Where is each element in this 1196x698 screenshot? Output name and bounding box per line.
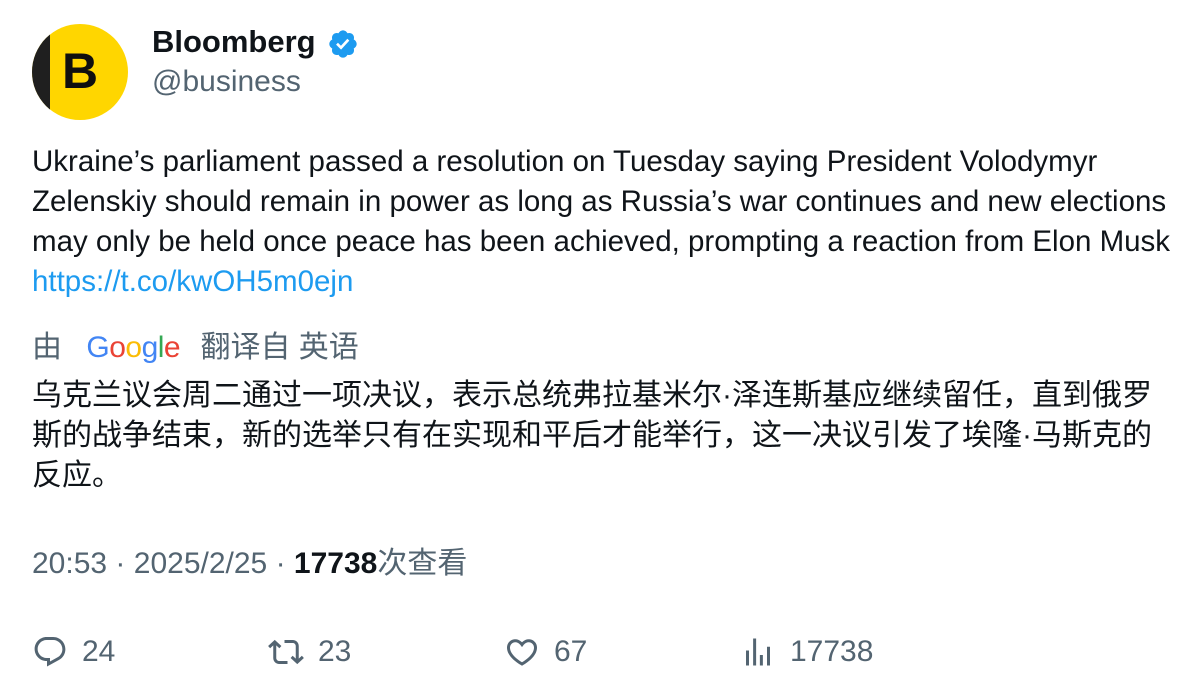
reply-count: 24 bbox=[82, 635, 116, 668]
google-letter: o bbox=[109, 331, 126, 364]
tweet-text: Ukraine’s parliament passed a resolution… bbox=[32, 142, 1172, 302]
views-button[interactable]: 17738 bbox=[740, 630, 873, 674]
retweet-count: 23 bbox=[318, 635, 352, 668]
like-count: 67 bbox=[554, 635, 588, 668]
tweet-date[interactable]: 2025/2/25 bbox=[134, 547, 267, 580]
meta-separator: · bbox=[275, 547, 286, 580]
avatar-shade bbox=[32, 24, 50, 120]
translated-text: 乌克兰议会周二通过一项决议，表示总统弗拉基米尔·泽连斯基应继续留任，直到俄罗斯的… bbox=[32, 379, 1152, 492]
tweet-text-body: Ukraine’s parliament passed a resolution… bbox=[32, 145, 1171, 258]
avatar-letter: B bbox=[62, 43, 99, 99]
avatar[interactable]: B bbox=[32, 24, 128, 120]
google-letter: G bbox=[86, 331, 110, 364]
google-logo: Google bbox=[86, 328, 180, 368]
reply-button[interactable]: 24 bbox=[32, 630, 115, 674]
verified-badge-icon bbox=[329, 30, 357, 58]
tweet-time[interactable]: 20:53 bbox=[32, 547, 107, 580]
translated-from-label: 翻译自 英语 bbox=[200, 331, 359, 364]
analytics-icon bbox=[746, 638, 770, 666]
google-letter: g bbox=[141, 331, 159, 364]
google-letter: e bbox=[163, 331, 181, 364]
meta-separator: · bbox=[115, 547, 126, 580]
action-bar: 24 23 67 17738 bbox=[0, 630, 1196, 674]
tweet-link[interactable]: https://t.co/kwOH5m0ejn bbox=[32, 265, 353, 298]
tweet-meta: 20:53 · 2025/2/25 · 17738次查看 bbox=[32, 544, 467, 584]
author-handle[interactable]: @business bbox=[152, 62, 301, 102]
translated-by-label: 由 bbox=[32, 331, 62, 364]
retweet-icon bbox=[268, 639, 304, 665]
heart-icon bbox=[506, 639, 538, 666]
reply-icon bbox=[34, 637, 66, 667]
retweet-button[interactable]: 23 bbox=[268, 630, 351, 674]
translation-attribution: 由 Google 翻译自 英语 bbox=[32, 328, 359, 368]
like-button[interactable]: 67 bbox=[504, 630, 587, 674]
views-label: 次查看 bbox=[377, 547, 468, 580]
views-count: 17738 bbox=[293, 547, 378, 580]
google-letter: o bbox=[125, 331, 142, 364]
views-action-count: 17738 bbox=[790, 635, 874, 668]
author-name[interactable]: Bloomberg bbox=[152, 22, 316, 62]
